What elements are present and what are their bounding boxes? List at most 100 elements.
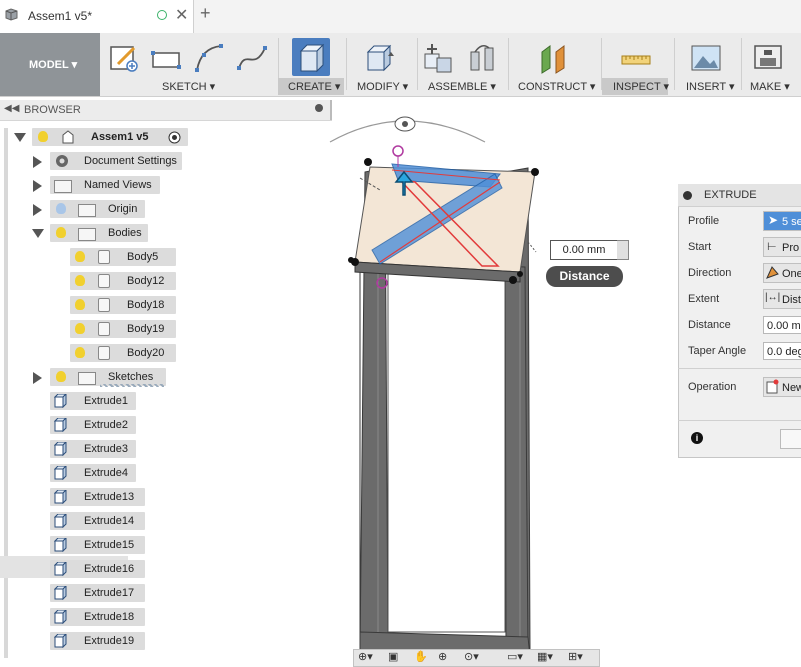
- tree-item-label: Body5: [127, 251, 159, 263]
- distance-extent-icon: |↔|: [765, 292, 781, 303]
- expand-arrow-icon[interactable]: [33, 372, 42, 384]
- tree-item-label: Body18: [127, 299, 165, 311]
- toolbar-divider: [741, 38, 742, 90]
- new-component-icon[interactable]: [423, 42, 455, 74]
- toolbar-divider: [674, 38, 675, 90]
- press-pull-icon[interactable]: [364, 42, 396, 74]
- tree-item-label: Sketches: [108, 371, 154, 383]
- fit-icon[interactable]: ⊙▾: [464, 650, 479, 663]
- tree-item-label: Origin: [108, 203, 138, 215]
- make-menu[interactable]: MAKE ▾: [750, 80, 790, 93]
- body-icon: [98, 250, 110, 264]
- cursor-arrow-icon: ➤: [768, 213, 779, 227]
- create-menu[interactable]: CREATE ▾: [288, 80, 340, 93]
- expand-arrow-icon[interactable]: [32, 229, 44, 238]
- new-tab-icon[interactable]: +: [200, 3, 211, 24]
- rectangle-icon[interactable]: [150, 44, 182, 76]
- taper-angle-field[interactable]: 0.0 deg: [763, 342, 801, 360]
- zoom-icon[interactable]: ⊕: [438, 650, 447, 663]
- arc-icon[interactable]: [193, 42, 225, 74]
- operation-value: New: [782, 382, 801, 394]
- visibility-bulb-icon[interactable]: [38, 131, 48, 142]
- insert-image-icon[interactable]: [690, 42, 722, 74]
- start-label: Start: [688, 241, 712, 253]
- timeline-label: Extrude13: [84, 491, 135, 503]
- sketch-loading-stripe: [100, 384, 164, 387]
- folder-icon: [54, 180, 72, 193]
- extrude-icon: [299, 43, 325, 73]
- component-icon: [62, 130, 74, 144]
- close-tab-icon[interactable]: ✕: [175, 5, 188, 25]
- expand-arrow-icon[interactable]: [33, 204, 42, 216]
- construct-menu[interactable]: CONSTRUCT ▾: [518, 80, 595, 93]
- activate-radio-icon[interactable]: [168, 131, 181, 144]
- display-settings-icon[interactable]: ▭▾: [507, 650, 523, 663]
- expand-arrow-icon[interactable]: [14, 133, 26, 142]
- ok-button[interactable]: [780, 429, 801, 449]
- expand-arrow-icon[interactable]: [33, 156, 42, 168]
- extrude-dialog-title: EXTRUDE: [704, 189, 757, 201]
- spline-icon[interactable]: [236, 42, 268, 74]
- collapse-browser-icon[interactable]: ◀◀: [4, 103, 19, 114]
- inspect-menu[interactable]: INSPECT ▾: [613, 80, 669, 93]
- timeline-label: Extrude2: [84, 419, 129, 431]
- measure-icon[interactable]: [620, 42, 652, 74]
- visibility-bulb-icon[interactable]: [75, 323, 85, 334]
- visibility-bulb-icon[interactable]: [75, 251, 85, 262]
- expand-arrow-icon[interactable]: [33, 180, 42, 192]
- viewports-icon[interactable]: ⊞▾: [568, 650, 583, 663]
- extrude-feature-icon: [54, 562, 67, 576]
- taper-angle-label: Taper Angle: [688, 345, 747, 357]
- folder-icon: [78, 204, 96, 217]
- info-icon[interactable]: i: [691, 432, 703, 444]
- create-sketch-icon[interactable]: [108, 42, 140, 74]
- one-side-direction-icon: [766, 266, 779, 279]
- visibility-bulb-icon[interactable]: [75, 275, 85, 286]
- browser-scrollbar[interactable]: [4, 128, 8, 658]
- toolbar-divider: [346, 38, 347, 90]
- grid-settings-icon[interactable]: ▦▾: [537, 650, 553, 663]
- distance-field[interactable]: 0.00 m: [763, 316, 801, 334]
- timeline-label: Extrude4: [84, 467, 129, 479]
- insert-menu[interactable]: INSERT ▾: [686, 80, 735, 93]
- tree-item-label: Body12: [127, 275, 165, 287]
- model-canvas[interactable]: [320, 112, 660, 665]
- dialog-collapse-icon[interactable]: [683, 191, 692, 200]
- modify-menu[interactable]: MODIFY ▾: [357, 80, 408, 93]
- visibility-bulb-icon[interactable]: [75, 347, 85, 358]
- look-at-icon[interactable]: ▣: [388, 650, 398, 663]
- document-tab-title: Assem1 v5*: [28, 9, 93, 23]
- body-icon: [98, 322, 110, 336]
- orbit-icon[interactable]: ⊕▾: [358, 650, 373, 663]
- profile-label: Profile: [688, 215, 720, 227]
- offset-plane-icon[interactable]: [538, 42, 570, 74]
- distance-input[interactable]: 0.00 mm: [550, 240, 618, 260]
- direction-label: Direction: [688, 267, 732, 279]
- toolbar-divider: [417, 38, 418, 90]
- distance-dropdown-icon[interactable]: [617, 240, 629, 260]
- visibility-bulb-off-icon[interactable]: [56, 203, 66, 214]
- sketch-menu[interactable]: SKETCH ▾: [162, 80, 215, 93]
- toolbar-divider: [508, 38, 509, 90]
- extrude-feature-icon: [54, 634, 67, 648]
- distance-label: Distance: [688, 319, 731, 331]
- timeline-label: Extrude16: [84, 563, 135, 575]
- 3d-print-icon[interactable]: [752, 42, 784, 74]
- joint-icon[interactable]: [467, 42, 499, 74]
- visibility-bulb-icon[interactable]: [56, 227, 66, 238]
- tree-item-body5[interactable]: [70, 248, 176, 266]
- pan-icon[interactable]: ✋: [414, 650, 428, 663]
- browser-minimize-icon[interactable]: [315, 104, 323, 112]
- body-icon: [98, 274, 110, 288]
- extrude-feature-icon: [54, 394, 67, 408]
- body-icon: [98, 346, 110, 360]
- extrude-feature-icon: [54, 586, 67, 600]
- folder-icon: [78, 372, 96, 385]
- assemble-menu[interactable]: ASSEMBLE ▾: [428, 80, 496, 93]
- timeline-label: Extrude19: [84, 635, 135, 647]
- visibility-bulb-icon[interactable]: [56, 371, 66, 382]
- timeline-label: Extrude18: [84, 611, 135, 623]
- visibility-bulb-icon[interactable]: [75, 299, 85, 310]
- saved-status-icon: [157, 10, 167, 20]
- direction-value: One: [782, 268, 801, 280]
